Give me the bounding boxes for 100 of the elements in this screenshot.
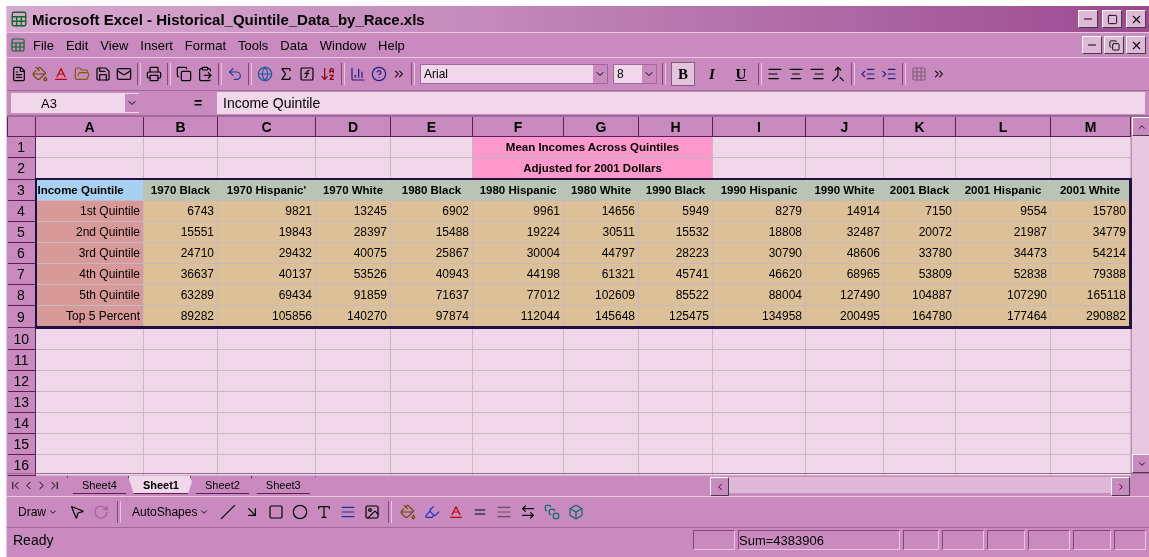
column-heading-cell[interactable]: 1970 Black	[143, 179, 218, 201]
column-header[interactable]: F	[472, 117, 564, 137]
minimize-button[interactable]	[1078, 10, 1098, 28]
align-center-icon[interactable]	[788, 66, 804, 82]
column-heading-cell[interactable]: 1970 White	[315, 179, 391, 201]
menu-item[interactable]: Help	[373, 35, 410, 55]
menu-item[interactable]: Data	[275, 35, 313, 55]
close-button[interactable]	[1126, 36, 1146, 54]
globe-icon[interactable]	[257, 66, 273, 82]
rectangle-icon[interactable]	[268, 504, 285, 520]
column-heading-cell[interactable]: 1970 Hispanic'	[217, 179, 316, 201]
row-number[interactable]: 10	[7, 327, 36, 350]
picture-icon[interactable]	[364, 504, 381, 520]
column-heading-cell[interactable]: 1980 White	[563, 179, 639, 201]
dash-style-icon[interactable]	[496, 504, 513, 520]
column-header[interactable]: E	[390, 117, 473, 137]
menu-item[interactable]: Insert	[135, 35, 178, 55]
column-header[interactable]: G	[563, 117, 639, 137]
column-heading-cell[interactable]: 2001 Hispanic	[955, 179, 1051, 201]
column-heading-cell[interactable]: 1980 Hispanic	[472, 179, 564, 201]
menu-item[interactable]: File	[28, 35, 59, 55]
paint-bucket-icon[interactable]	[32, 66, 48, 82]
column-heading-cell[interactable]: 1990 White	[805, 179, 884, 201]
indent-icon[interactable]	[881, 66, 897, 82]
outdent-icon[interactable]	[860, 66, 876, 82]
font-dropdown[interactable]: Arial	[420, 64, 608, 84]
formula-field[interactable]: Income Quintile	[217, 92, 1145, 114]
copy-icon[interactable]	[176, 66, 192, 82]
row-number[interactable]: 15	[7, 433, 36, 455]
help-icon[interactable]	[371, 66, 387, 82]
font-color-icon[interactable]	[448, 504, 465, 520]
spreadsheet-icon[interactable]	[10, 10, 28, 28]
row-number[interactable]: 11	[7, 349, 36, 371]
printer-icon[interactable]	[146, 66, 162, 82]
menu-item[interactable]: Format	[179, 35, 231, 55]
row-number[interactable]: 12	[7, 370, 36, 392]
text-style-button[interactable]: I	[700, 62, 724, 86]
text-box-icon[interactable]	[316, 504, 333, 520]
column-header[interactable]: I	[712, 117, 806, 137]
column-header[interactable]: B	[143, 117, 218, 137]
restore-button[interactable]	[1104, 36, 1124, 54]
row-number[interactable]: 8	[7, 284, 36, 306]
function-icon[interactable]	[299, 66, 315, 82]
menu-item[interactable]: Tools	[233, 35, 274, 55]
column-heading-cell[interactable]: 1990 Hispanic	[712, 179, 806, 201]
menu-item[interactable]: View	[95, 35, 134, 55]
email-icon[interactable]	[116, 66, 132, 82]
minimize-button[interactable]	[1082, 36, 1102, 54]
font-size-dropdown[interactable]: 8	[613, 64, 657, 84]
row-number[interactable]: 3	[7, 179, 36, 201]
more-icon[interactable]	[392, 67, 406, 81]
name-box[interactable]: A3	[11, 93, 139, 113]
row-number[interactable]: 1	[7, 136, 36, 158]
row-number[interactable]: 4	[7, 200, 36, 222]
autoshapes-menu-button[interactable]: AutoShapes	[129, 503, 213, 521]
menu-item[interactable]: Window	[314, 35, 372, 55]
vertical-scrollbar[interactable]	[1132, 117, 1149, 473]
merge-icon[interactable]	[830, 66, 846, 82]
row-number[interactable]: 2	[7, 157, 36, 179]
column-heading-cell[interactable]: 1980 Black	[390, 179, 473, 201]
paint-bucket-icon[interactable]	[400, 504, 417, 520]
bar-chart-icon[interactable]	[350, 66, 366, 82]
row-number[interactable]: 16	[7, 454, 36, 476]
more-icon[interactable]	[932, 67, 946, 81]
maximize-button[interactable]	[1102, 10, 1122, 28]
draw-menu-button[interactable]: Draw	[15, 503, 61, 521]
text-style-button[interactable]: B	[671, 62, 695, 86]
arrow-style-icon[interactable]	[520, 504, 537, 520]
pen-icon[interactable]	[424, 504, 441, 520]
column-heading-cell[interactable]: 2001 White	[1050, 179, 1131, 201]
column-heading-cell[interactable]: 2001 Black	[883, 179, 956, 201]
menu-item[interactable]: Edit	[60, 35, 94, 55]
row-number[interactable]: 5	[7, 221, 36, 243]
row-number[interactable]: 14	[7, 412, 36, 434]
column-heading-cell[interactable]: 1990 Black	[638, 179, 713, 201]
sum-icon[interactable]	[278, 66, 294, 82]
column-header[interactable]: A	[35, 117, 144, 137]
column-heading-cell[interactable]: Income Quintile	[35, 179, 144, 201]
column-header[interactable]: L	[955, 117, 1051, 137]
sheet-tab[interactable]: Sheet1	[127, 476, 194, 494]
close-button[interactable]	[1126, 10, 1146, 28]
undo-icon[interactable]	[227, 66, 243, 82]
column-header[interactable]: K	[883, 117, 956, 137]
align-right-icon[interactable]	[809, 66, 825, 82]
horizontal-scrollbar[interactable]	[710, 477, 1130, 493]
paste-icon[interactable]	[197, 66, 213, 82]
new-file-icon[interactable]	[11, 66, 27, 82]
oval-icon[interactable]	[292, 504, 309, 520]
sheet-tab[interactable]: Sheet3	[250, 476, 316, 494]
column-header[interactable]: M	[1050, 117, 1131, 137]
line-icon[interactable]	[220, 504, 237, 520]
row-number[interactable]: 9	[7, 305, 36, 328]
align-left-icon[interactable]	[767, 66, 783, 82]
row-number[interactable]: 13	[7, 391, 36, 413]
font-color-icon[interactable]	[53, 66, 69, 82]
column-header[interactable]: C	[217, 117, 316, 137]
pointer-icon[interactable]	[69, 504, 85, 520]
save-icon[interactable]	[95, 66, 111, 82]
column-header[interactable]: D	[315, 117, 391, 137]
sort-icon[interactable]	[320, 66, 336, 82]
